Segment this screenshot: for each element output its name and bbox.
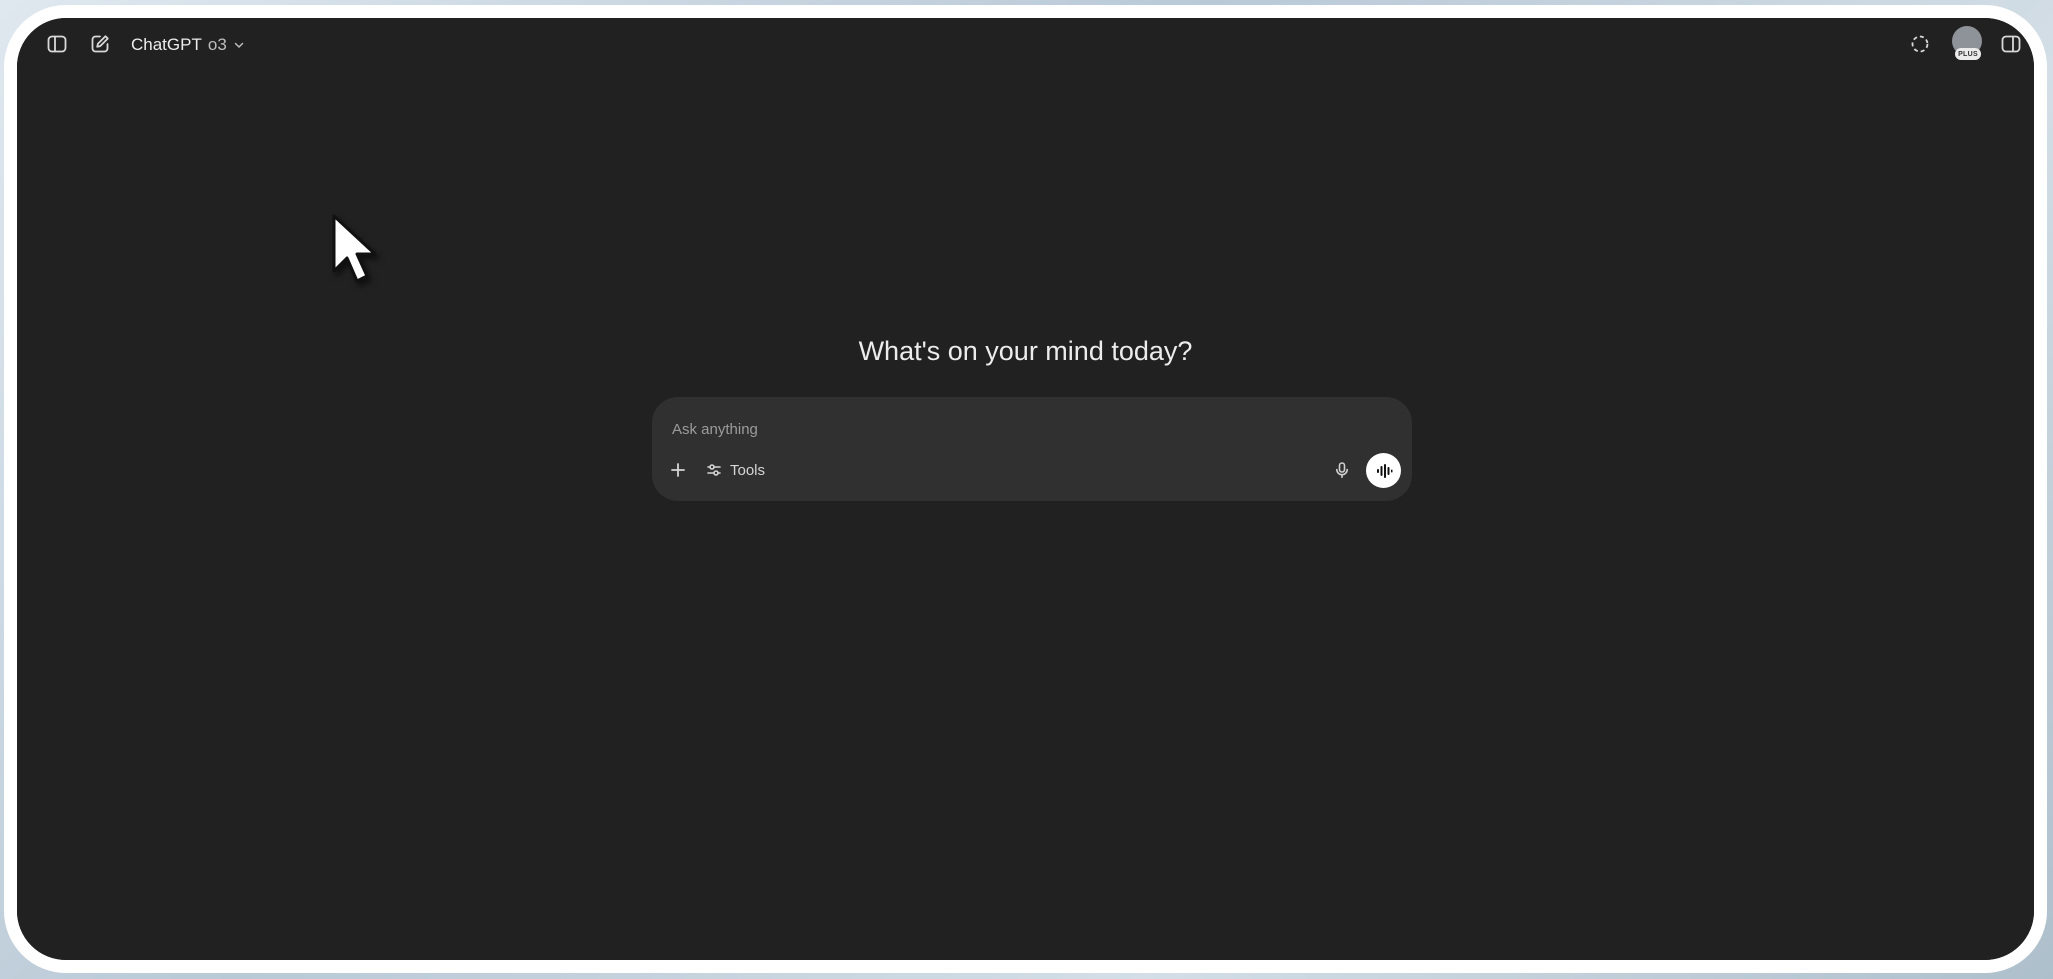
split-pane-icon <box>2001 35 2021 53</box>
chevron-down-icon <box>234 42 244 49</box>
new-chat-button[interactable] <box>83 27 117 61</box>
tools-button[interactable]: Tools <box>702 457 769 483</box>
top-bar: ChatGPT o3 PLUS <box>17 18 2034 68</box>
sidebar-toggle-button[interactable] <box>40 27 74 61</box>
microphone-icon <box>1336 462 1348 479</box>
page-title: What's on your mind today? <box>858 336 1193 366</box>
temporary-chat-icon <box>1911 35 1929 53</box>
temporary-chat-button[interactable] <box>1903 27 1937 61</box>
sidebar-icon <box>47 35 67 53</box>
avatar[interactable]: PLUS <box>1952 26 1982 60</box>
plan-badge: PLUS <box>1955 48 1981 60</box>
app-frame: ChatGPT o3 PLUS What's on your mind toda… <box>4 5 2047 973</box>
split-view-button[interactable] <box>1994 27 2028 61</box>
model-name: o3 <box>207 35 227 54</box>
prompt-input[interactable] <box>670 415 1314 443</box>
voice-mode-button[interactable] <box>1366 453 1401 488</box>
compose-icon <box>91 35 109 53</box>
plus-icon <box>671 463 685 477</box>
sliders-icon <box>707 464 721 476</box>
model-selector[interactable]: ChatGPT o3 <box>125 30 251 60</box>
chatgpt-window: ChatGPT o3 PLUS What's on your mind toda… <box>17 18 2034 960</box>
tools-label: Tools <box>730 461 766 479</box>
attach-button[interactable] <box>665 457 691 483</box>
mouse-cursor-icon <box>332 214 377 283</box>
dictate-button[interactable] <box>1328 456 1356 484</box>
voice-waveform-icon <box>1376 463 1392 478</box>
prompt-composer: Tools <box>652 397 1412 501</box>
app-name: ChatGPT <box>131 35 202 54</box>
